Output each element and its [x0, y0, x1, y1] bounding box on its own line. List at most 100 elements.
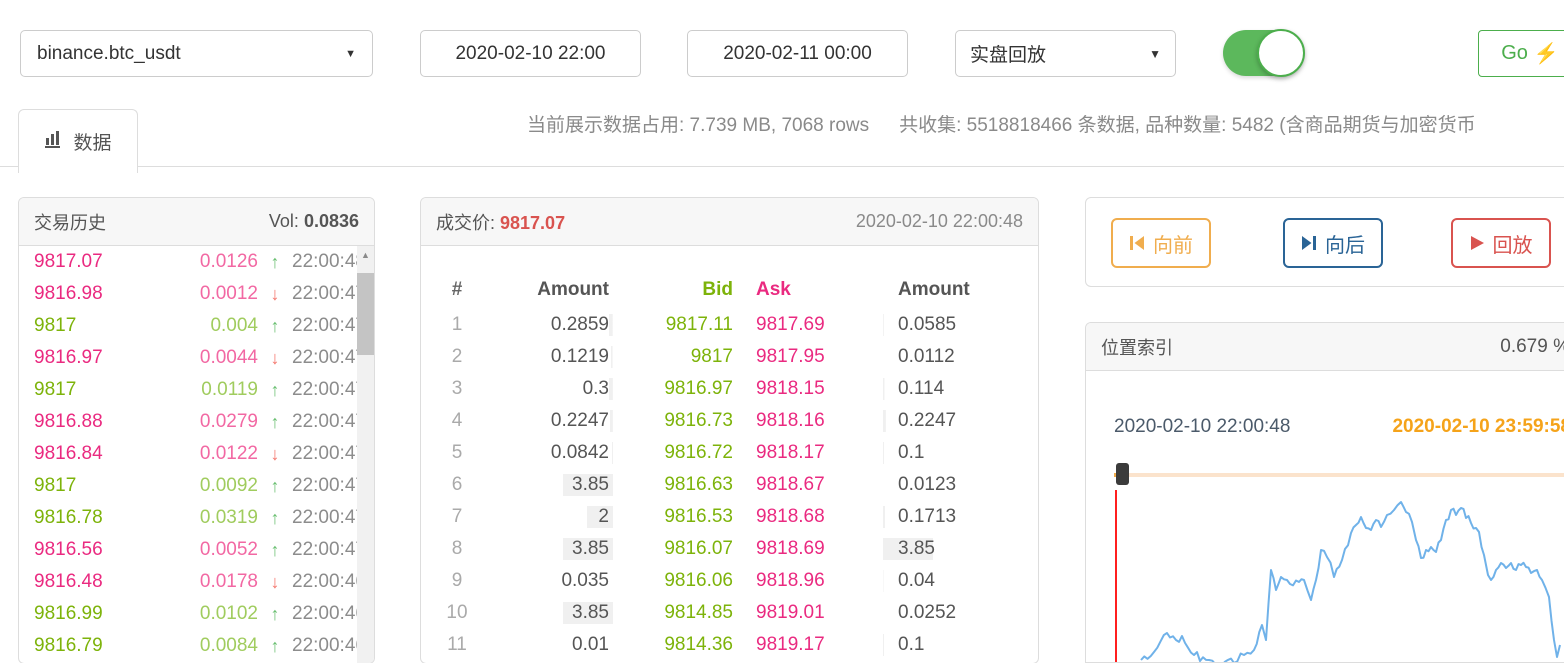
bid-amount-cell: 0.0842 [493, 442, 613, 464]
row-index-cell: 11 [421, 634, 493, 656]
ask-amount-cell: 0.2247 [883, 410, 1033, 432]
bid-amount-cell: 0.3 [493, 378, 613, 400]
ask-price-cell: 9818.68 [738, 506, 883, 528]
scrollbar-up-arrow-icon[interactable]: ▲ [357, 248, 374, 262]
bid-amount-cell: 0.2859 [493, 314, 613, 336]
up-arrow-icon: ↑ [258, 508, 292, 529]
bid-price-cell: 9816.53 [613, 506, 738, 528]
orderbook-header: 成交价: 9817.07 2020-02-10 22:00:48 [421, 198, 1038, 246]
step-back-button[interactable]: 向前 [1111, 218, 1211, 268]
orderbook-row: 50.08429816.729818.170.1 [421, 437, 1038, 469]
mode-select[interactable]: 实盘回放 ▼ [955, 30, 1176, 77]
bid-amount-cell: 0.035 [493, 570, 613, 592]
ask-amount-cell: 0.1 [883, 634, 1033, 656]
row-index-cell: 5 [421, 442, 493, 464]
trade-price: 9816.99 [34, 603, 134, 625]
row-index-cell: 7 [421, 506, 493, 528]
trade-row: 98170.0092↑22:00:47 [19, 470, 374, 502]
orderbook-row: 83.859816.079818.693.85 [421, 533, 1038, 565]
bid-amount-cell: 0.2247 [493, 410, 613, 432]
orderbook-row: 103.859814.859819.010.0252 [421, 597, 1038, 629]
slider-handle[interactable] [1116, 463, 1129, 485]
replay-button[interactable]: 回放 [1451, 218, 1551, 268]
bid-amount-cell: 3.85 [493, 538, 613, 560]
ask-amount-cell: 0.04 [883, 570, 1033, 592]
go-button[interactable]: Go ⚡ [1478, 30, 1564, 77]
ask-price-cell: 9818.15 [738, 378, 883, 400]
trade-price: 9817.07 [34, 251, 134, 273]
chevron-down-icon: ▼ [345, 48, 356, 60]
toggle-knob [1257, 29, 1305, 77]
up-arrow-icon: ↑ [258, 412, 292, 433]
orderbook-column-headers: # Amount Bid Ask Amount [421, 271, 1038, 309]
orderbook-datetime: 2020-02-10 22:00:48 [856, 211, 1023, 232]
position-index-chart [1114, 487, 1564, 663]
row-index-cell: 10 [421, 602, 493, 624]
bid-price-cell: 9816.72 [613, 442, 738, 464]
bid-price-cell: 9817 [613, 346, 738, 368]
scrollbar-track[interactable]: ▲ [357, 246, 374, 663]
up-arrow-icon: ↑ [258, 252, 292, 273]
bid-amount-cell: 3.85 [493, 602, 613, 624]
trade-amount: 0.0044 [134, 347, 258, 369]
bid-price-cell: 9816.06 [613, 570, 738, 592]
end-time-value: 2020-02-11 00:00 [723, 43, 872, 65]
trade-row: 9816.480.0178↓22:00:46 [19, 566, 374, 598]
volume-readout: Vol: 0.0836 [269, 211, 359, 232]
trade-row: 9816.970.0044↓22:00:47 [19, 342, 374, 374]
trade-price: 9816.84 [34, 443, 134, 465]
up-arrow-icon: ↑ [258, 476, 292, 497]
slider-track[interactable] [1114, 473, 1564, 477]
trade-row: 98170.0119↑22:00:47 [19, 374, 374, 406]
tab-data[interactable]: 数据 [18, 109, 138, 173]
scrollbar-thumb[interactable] [357, 273, 374, 355]
ask-amount-cell: 0.0585 [883, 314, 1033, 336]
mode-select-value: 实盘回放 [970, 40, 1046, 67]
bid-amount-cell: 2 [493, 506, 613, 528]
last-price-value: 9817.07 [500, 213, 565, 233]
position-index-panel: 位置索引 0.679 % 2020-02-10 22:00:48 2020-02… [1085, 322, 1564, 663]
trade-amount: 0.0084 [134, 635, 258, 657]
bid-price-cell: 9816.73 [613, 410, 738, 432]
up-arrow-icon: ↑ [258, 636, 292, 657]
ask-price-cell: 9818.69 [738, 538, 883, 560]
trade-price: 9816.97 [34, 347, 134, 369]
end-time-input[interactable]: 2020-02-11 00:00 [687, 30, 908, 77]
up-arrow-icon: ↑ [258, 316, 292, 337]
go-button-label: Go [1501, 42, 1528, 65]
trade-amount: 0.0279 [134, 411, 258, 433]
bid-price-cell: 9816.63 [613, 474, 738, 496]
orderbook-row: 90.0359816.069818.960.04 [421, 565, 1038, 597]
orderbook-table: # Amount Bid Ask Amount 10.28599817.1198… [421, 246, 1038, 661]
trade-price: 9816.98 [34, 283, 134, 305]
toggle-switch[interactable] [1223, 30, 1303, 76]
symbol-select-value: binance.btc_usdt [37, 43, 181, 65]
position-slider[interactable] [1114, 461, 1564, 483]
trade-row: 9817.070.0126↑22:00:48 [19, 246, 374, 278]
orderbook-row: 30.39816.979818.150.114 [421, 373, 1038, 405]
tab-data-label: 数据 [73, 128, 111, 155]
position-index-header: 位置索引 0.679 % [1086, 323, 1564, 371]
orderbook-row: 110.019814.369819.170.1 [421, 629, 1038, 661]
step-back-label: 向前 [1153, 229, 1193, 258]
trade-history-panel: 交易历史 Vol: 0.0836 9817.070.0126↑22:00:489… [18, 197, 375, 663]
trade-row: 9816.880.0279↑22:00:47 [19, 406, 374, 438]
trade-amount: 0.0178 [134, 571, 258, 593]
up-arrow-icon: ↑ [258, 604, 292, 625]
trade-price: 9816.56 [34, 539, 134, 561]
row-index-cell: 3 [421, 378, 493, 400]
bid-amount-cell: 0.1219 [493, 346, 613, 368]
orderbook-panel: 成交价: 9817.07 2020-02-10 22:00:48 # Amoun… [420, 197, 1039, 663]
trade-row: 9816.790.0084↑22:00:46 [19, 630, 374, 662]
ask-price-cell: 9818.17 [738, 442, 883, 464]
step-forward-button[interactable]: 向后 [1283, 218, 1383, 268]
up-arrow-icon: ↑ [258, 380, 292, 401]
trade-price: 9817 [34, 379, 134, 401]
start-time-input[interactable]: 2020-02-10 22:00 [420, 30, 641, 77]
position-index-body: 2020-02-10 22:00:48 2020-02-10 23:59:58 [1086, 371, 1564, 663]
symbol-select[interactable]: binance.btc_usdt ▼ [20, 30, 373, 77]
trade-list: 9817.070.0126↑22:00:489816.980.0012↓22:0… [19, 246, 374, 663]
lightning-bolt-icon: ⚡ [1534, 41, 1559, 66]
position-percent: 0.679 % [1500, 336, 1564, 358]
trade-row: 9816.560.0052↑22:00:47 [19, 534, 374, 566]
